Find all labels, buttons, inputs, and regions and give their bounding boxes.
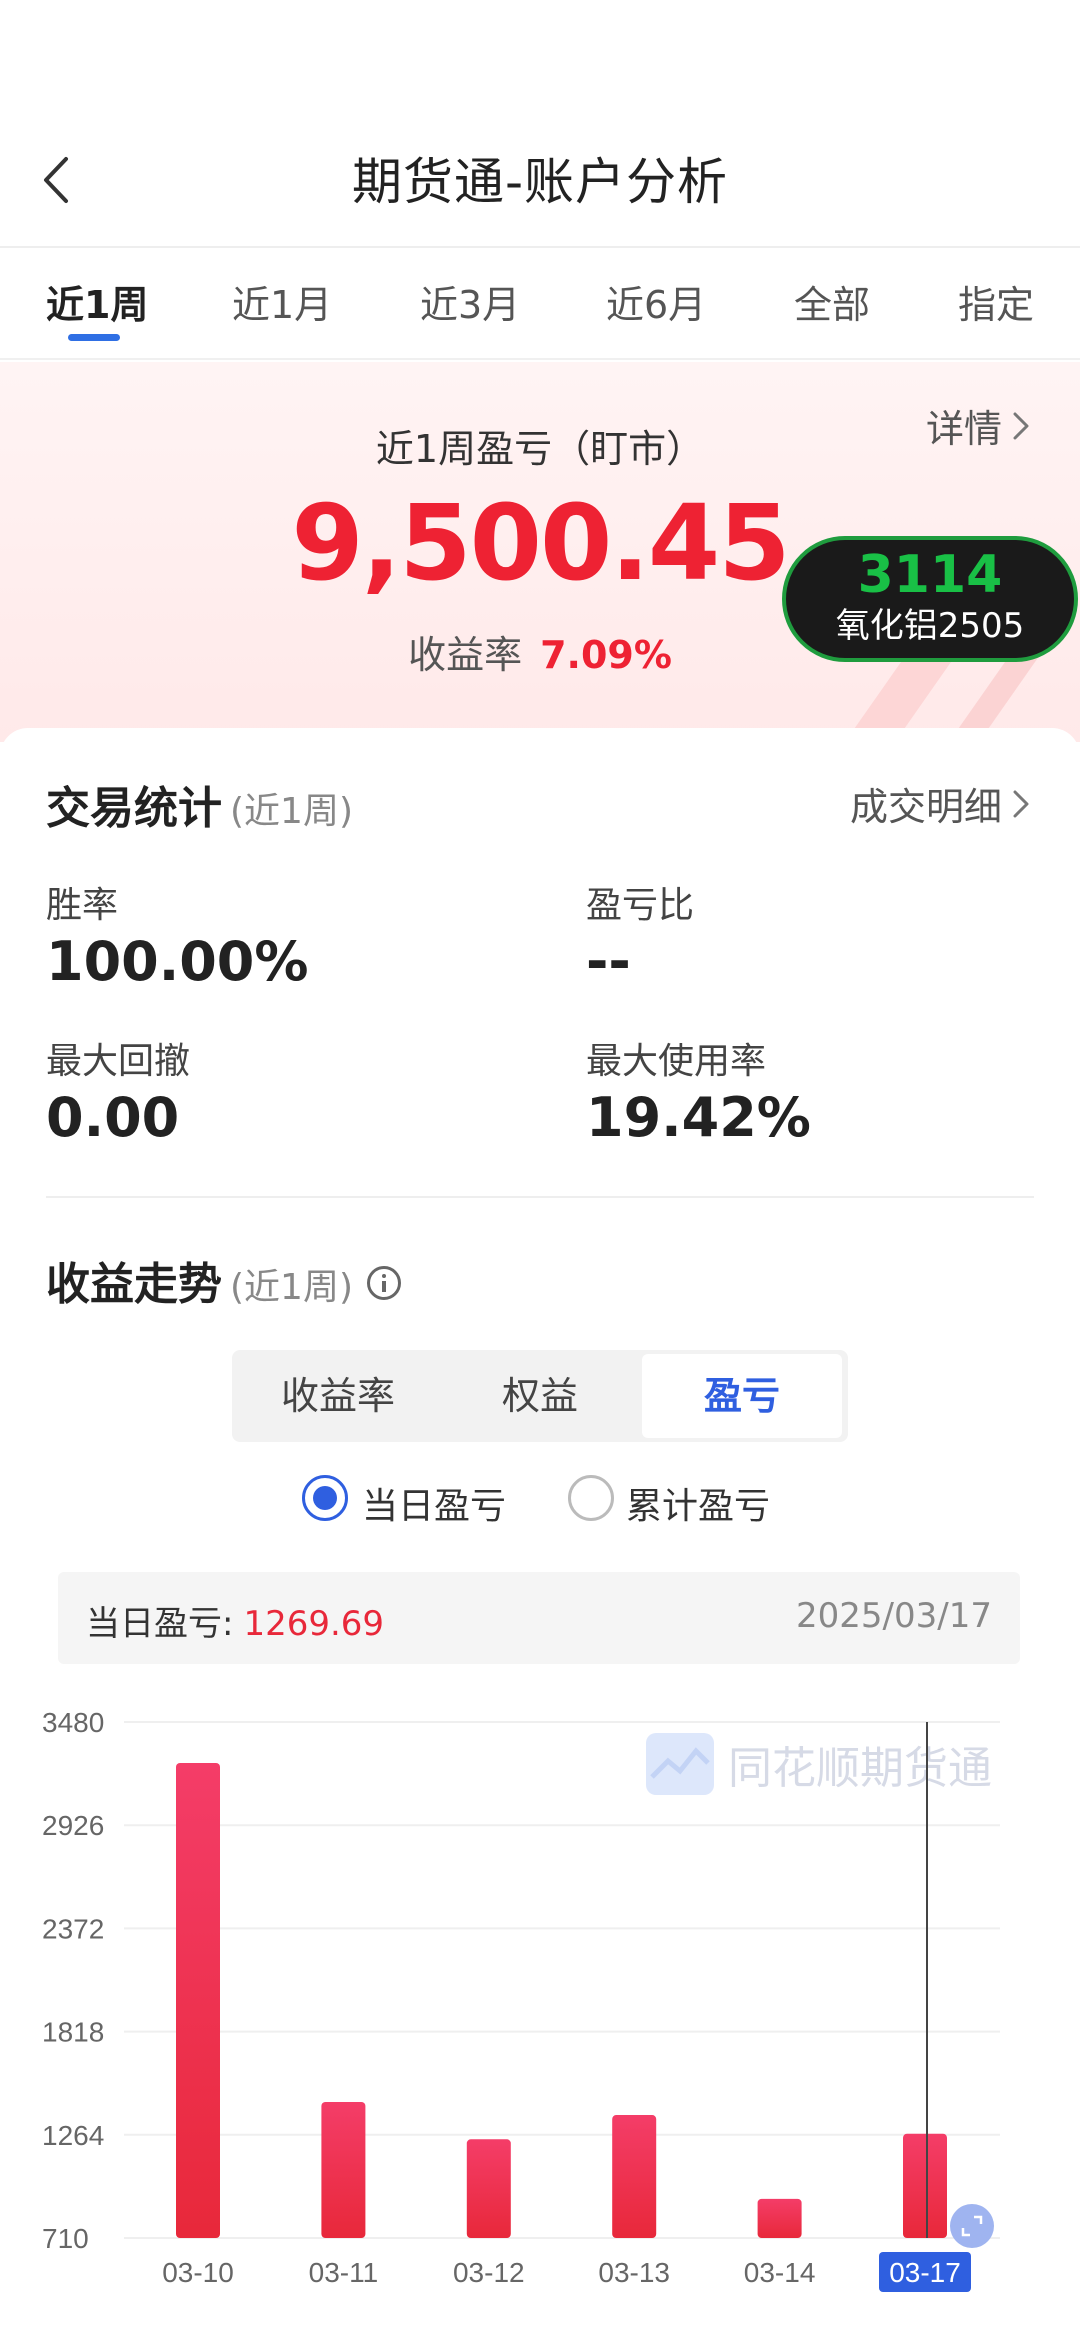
segment-pnl[interactable]: 盈亏: [642, 1354, 842, 1438]
quote-instrument: 氧化铝2505: [835, 606, 1025, 646]
y-tick-label: 2926: [42, 1810, 104, 1841]
bar-03-17[interactable]: [903, 2133, 947, 2238]
quote-price: 3114: [857, 545, 1003, 605]
x-tick-label[interactable]: 03-12: [453, 2257, 525, 2288]
detail-link[interactable]: 详情: [926, 398, 1030, 453]
section-divider: [46, 1196, 1034, 1198]
trade-stats-title-text: 交易统计: [46, 783, 222, 834]
y-tick-label: 1264: [42, 2120, 104, 2151]
cumulative-pnl-label[interactable]: 累计盈亏: [626, 1477, 770, 1529]
tab-all[interactable]: 全部: [794, 274, 870, 329]
info-icon[interactable]: [367, 1266, 401, 1300]
chart-canvas: 3480 2926 2372 1818 1264 710 03-10 03-11 03-12 03…: [42, 1707, 1000, 2292]
period-tabs: 近1周 近1月 近3月 近6月 全部 指定: [0, 250, 1080, 360]
chevron-right-icon: [1013, 790, 1029, 817]
win-rate-value: 100.00%: [46, 930, 309, 993]
trend-title-text: 收益走势: [46, 1259, 222, 1310]
y-tick-label: 1818: [42, 2017, 104, 2048]
x-tick-label[interactable]: 03-10: [162, 2257, 234, 2288]
detail-link-label: 详情: [925, 407, 1002, 451]
tooltip-value: 1269.69: [243, 1604, 385, 1644]
y-tick-label: 2372: [42, 1913, 104, 1944]
segment-equity[interactable]: 权益: [440, 1354, 640, 1438]
cumulative-pnl-radio[interactable]: [568, 1475, 614, 1521]
x-tick-label[interactable]: 03-11: [309, 2257, 379, 2288]
x-tick-label[interactable]: 03-14: [744, 2257, 816, 2288]
metric-segmented-control: 收益率 权益 盈亏: [232, 1350, 848, 1442]
pl-ratio-value: --: [586, 930, 631, 993]
x-tick-label[interactable]: 03-17: [889, 2257, 961, 2288]
trade-details-link[interactable]: 成交明细: [850, 776, 1030, 831]
daily-pnl-label[interactable]: 当日盈亏: [362, 1477, 506, 1529]
tooltip-label-text: 当日盈亏:: [86, 1604, 234, 1644]
tab-3-months[interactable]: 近3月: [420, 274, 520, 329]
trade-details-label: 成交明细: [849, 785, 1002, 829]
tooltip-label: 当日盈亏: 1269.69: [86, 1596, 384, 1645]
max-drawdown-value: 0.00: [46, 1086, 180, 1149]
y-tick-label: 710: [42, 2223, 89, 2254]
max-usage-value: 19.42%: [586, 1086, 811, 1149]
pl-ratio-label: 盈亏比: [586, 885, 695, 926]
tab-6-months[interactable]: 近6月: [606, 274, 706, 329]
daily-pnl-radio[interactable]: [302, 1475, 348, 1521]
tooltip-date: 2025/03/17: [796, 1596, 992, 1636]
tab-1-week[interactable]: 近1周: [46, 274, 148, 329]
win-rate-label: 胜率: [46, 885, 119, 926]
x-tick-label[interactable]: 03-13: [598, 2257, 670, 2288]
tab-custom[interactable]: 指定: [958, 274, 1034, 329]
pnl-mode-radios: 当日盈亏 累计盈亏: [0, 1475, 1080, 1527]
floating-quote-badge[interactable]: 3114 氧化铝2505: [782, 536, 1078, 662]
trade-stats-period: (近1周): [230, 791, 353, 832]
bar-03-11[interactable]: [321, 2102, 366, 2238]
active-tab-indicator: [68, 334, 120, 341]
bar-03-12[interactable]: [466, 2139, 511, 2238]
max-usage-label: 最大使用率: [586, 1041, 767, 1082]
tab-1-month[interactable]: 近1月: [232, 274, 332, 329]
return-rate-label: 收益率: [408, 633, 523, 677]
expand-icon: [961, 2215, 983, 2237]
app-header: 期货通-账户分析: [0, 0, 1080, 248]
trend-period: (近1周): [230, 1267, 353, 1308]
segment-return-rate[interactable]: 收益率: [238, 1354, 438, 1438]
page-title: 期货通-账户分析: [351, 153, 729, 211]
bar-03-10[interactable]: [176, 1762, 220, 2238]
return-rate-value: 7.09%: [540, 633, 672, 677]
max-drawdown-label: 最大回撤: [46, 1041, 191, 1082]
pnl-label: 近1周盈亏（盯市）: [375, 427, 705, 471]
trade-stats-title: 交易统计 (近1周): [46, 772, 353, 836]
bar-03-13[interactable]: [612, 2115, 657, 2238]
chart-tooltip-bar: 当日盈亏: 1269.69 2025/03/17: [58, 1572, 1020, 1664]
bar-03-14[interactable]: [757, 2198, 802, 2238]
trend-title: 收益走势 (近1周): [46, 1248, 401, 1312]
pnl-bar-chart[interactable]: 同花顺期货通 3480 2926 2372 1818 1264 710 03-10 03-11…: [0, 1700, 1080, 2331]
expand-chart-button[interactable]: [950, 2204, 994, 2248]
y-tick-label: 3480: [42, 1707, 104, 1738]
chevron-right-icon: [1013, 412, 1029, 439]
